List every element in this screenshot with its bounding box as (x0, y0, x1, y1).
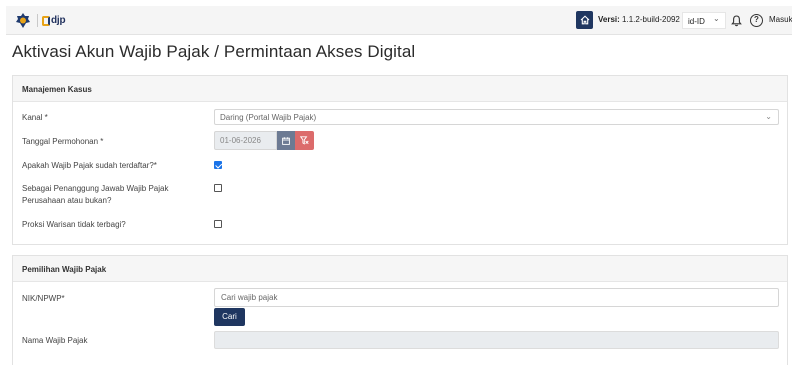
home-button[interactable] (576, 11, 593, 29)
chevron-down-icon: ⌄ (765, 112, 772, 121)
taxpayer-name-field (214, 331, 779, 349)
case-management-heading: Manajemen Kasus (13, 76, 787, 102)
search-button[interactable]: Cari (214, 308, 245, 326)
calendar-icon (282, 136, 290, 145)
top-navbar: djp Versi: 1.1.2-build-2092 id-ID ⌄ ? Ma… (6, 6, 792, 35)
case-management-panel: Manajemen Kasus Kanal * Daring (Portal W… (12, 75, 788, 245)
logo-divider (37, 14, 38, 27)
login-link[interactable]: Masuk (769, 15, 792, 24)
undivided-estate-label: Proksi Warisan tidak terbagi? (22, 220, 126, 229)
channel-select[interactable]: Daring (Portal Wajib Pajak) ⌄ (214, 109, 779, 125)
help-icon[interactable]: ? (750, 14, 763, 27)
chevron-down-icon: ⌄ (713, 14, 720, 23)
clear-date-button[interactable] (295, 131, 314, 150)
nik-npwp-label: NIK/NPWP* (22, 294, 65, 303)
version-info: Versi: 1.1.2-build-2092 (598, 15, 680, 24)
channel-label: Kanal * (22, 113, 48, 122)
djp-logo-text: djp (51, 15, 66, 26)
taxpayer-search-input[interactable]: Cari wajib pajak (214, 288, 779, 307)
channel-value: Daring (Portal Wajib Pajak) (220, 113, 317, 122)
version-value: 1.1.2-build-2092 (622, 15, 680, 24)
version-label: Versi: (598, 15, 620, 24)
registered-checkbox[interactable] (214, 161, 222, 169)
taxpayer-selection-heading: Pemilihan Wajib Pajak (13, 256, 787, 282)
company-pic-label: Sebagai Penanggung Jawab Wajib Pajak Per… (22, 184, 169, 205)
company-pic-checkbox[interactable] (214, 184, 222, 192)
taxpayer-selection-panel: Pemilihan Wajib Pajak NIK/NPWP* Cari waj… (12, 255, 788, 365)
page-title: Aktivasi Akun Wajib Pajak / Permintaan A… (12, 42, 416, 61)
language-value: id-ID (688, 17, 705, 26)
taxpayer-name-label: Nama Wajib Pajak (22, 336, 88, 345)
filter-clear-icon (300, 136, 309, 145)
registered-label: Apakah Wajib Pajak sudah terdaftar?* (22, 161, 157, 170)
request-date-value: 01-06-2026 (220, 136, 261, 145)
kemenkeu-emblem-icon[interactable] (15, 13, 31, 28)
undivided-estate-checkbox[interactable] (214, 220, 222, 228)
bell-icon[interactable] (731, 15, 742, 27)
home-icon (580, 15, 589, 25)
djp-logo[interactable]: djp (42, 13, 66, 28)
taxpayer-search-placeholder: Cari wajib pajak (221, 293, 278, 302)
djp-mark-icon (42, 15, 50, 26)
request-date-label: Tanggal Permohonan * (22, 137, 104, 146)
calendar-button[interactable] (277, 131, 295, 150)
request-date-input[interactable]: 01-06-2026 (214, 131, 277, 150)
